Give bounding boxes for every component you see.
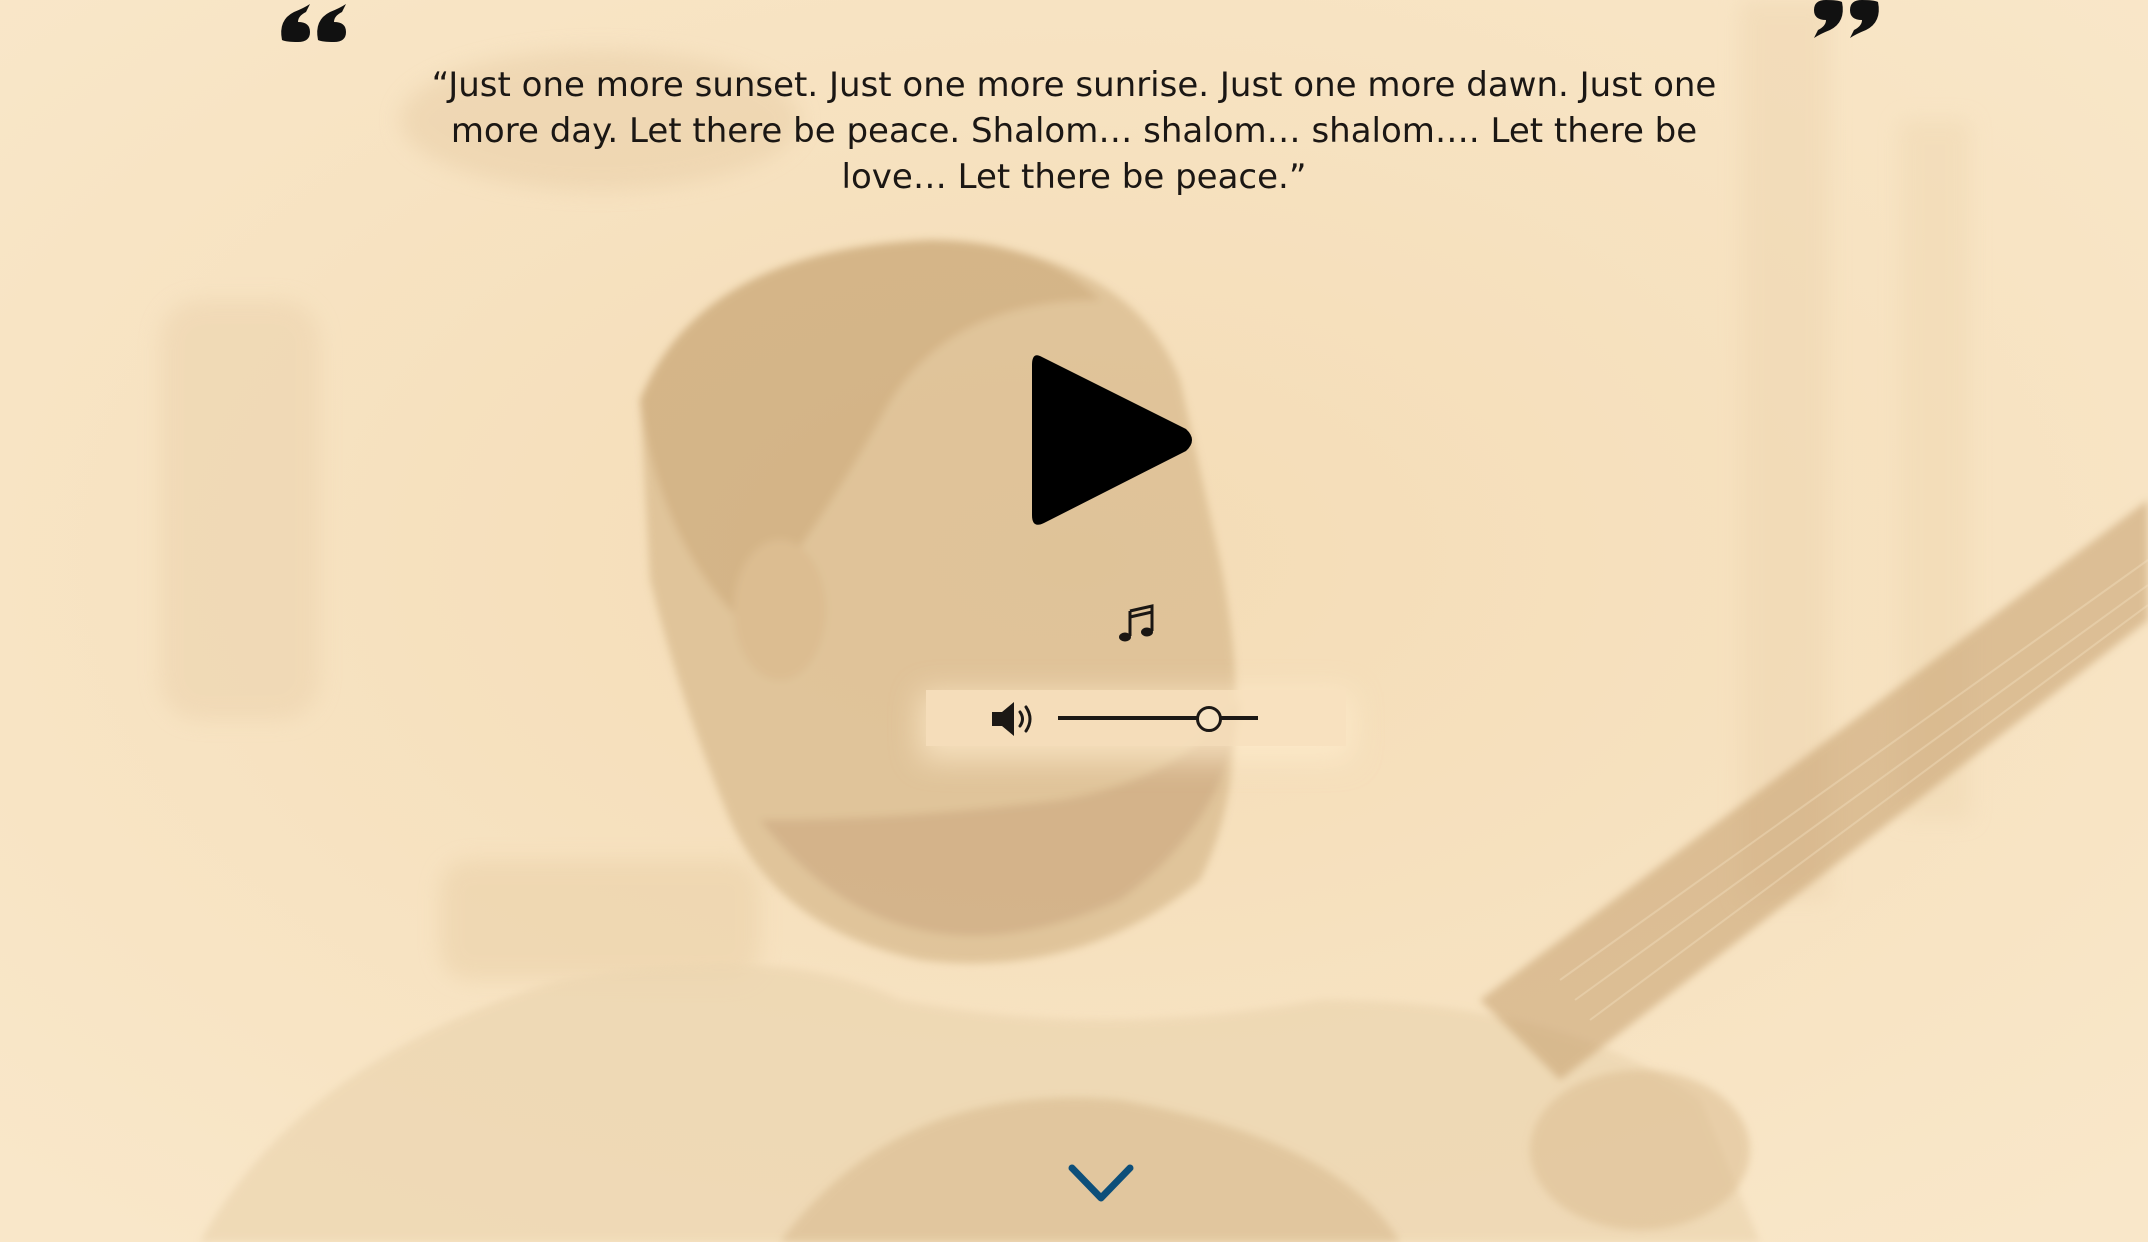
chevron-down-icon [1068,1164,1134,1202]
close-quote-icon [1804,0,1884,50]
volume-slider-track [1058,716,1258,720]
volume-control [926,690,1346,746]
volume-slider-thumb[interactable] [1196,706,1222,732]
play-button[interactable] [1010,335,1200,545]
scroll-down-button[interactable] [1066,1160,1136,1210]
quote-text: “Just one more sunset. Just one more sun… [431,65,1717,197]
volume-slider[interactable] [1058,704,1258,732]
open-quote-icon [276,0,356,50]
speaker-volume-icon[interactable] [990,700,1038,738]
music-note-icon [1118,603,1156,643]
play-icon [1032,355,1192,525]
